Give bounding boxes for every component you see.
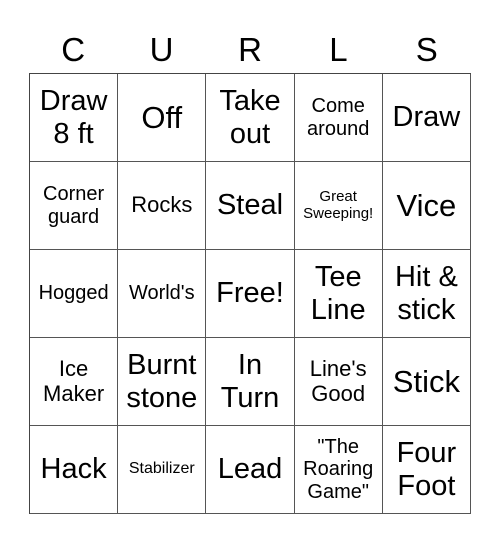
bingo-cell-label: Four Foot [396, 436, 457, 502]
bingo-cell[interactable]: Four Foot [382, 426, 471, 514]
bingo-card-grid: Draw 8 ft Off Take out Come around Draw Corner gu… [29, 73, 471, 514]
bingo-cell-label: Draw 8 ft [39, 84, 108, 150]
bingo-cell-label: Come around [307, 94, 370, 140]
bingo-cell[interactable]: Tee Line [294, 250, 383, 338]
bingo-cell-label: Ice Maker [43, 355, 105, 406]
bingo-cell-label: Hit & stick [394, 260, 458, 326]
bingo-cell[interactable]: Lead [206, 426, 295, 514]
header-letter-l: L [329, 31, 348, 68]
bingo-cell-label: Lead [217, 453, 283, 486]
bingo-cell-label: Steal [216, 189, 284, 222]
bingo-cell-label: Hogged [38, 282, 109, 305]
bingo-cell-label: Tee Line [310, 260, 366, 326]
bingo-cell-label: Corner guard [43, 182, 105, 228]
bingo-cell[interactable]: Draw [382, 74, 471, 162]
bingo-cell[interactable]: In Turn [206, 338, 295, 426]
bingo-cell-label: Burnt stone [126, 348, 198, 414]
bingo-header: C U R L S [29, 30, 471, 70]
bingo-cell-label: Great Sweeping! [303, 187, 374, 222]
bingo-cell-label: Hack [40, 453, 107, 486]
header-letter-c: C [61, 31, 86, 68]
bingo-cell[interactable]: Steal [206, 162, 295, 250]
header-letter-u: U [149, 31, 174, 68]
bingo-cell-label: Stick [392, 363, 460, 399]
bingo-cell[interactable]: Vice [382, 162, 471, 250]
bingo-cell-label: "The Roaring Game" [303, 435, 374, 503]
bingo-cell-label: Vice [396, 187, 457, 223]
bingo-cell[interactable]: Line's Good [294, 338, 383, 426]
bingo-cell-label: Stabilizer [128, 460, 195, 478]
bingo-cell-label: Draw [392, 101, 461, 134]
bingo-cell-label: Take out [219, 84, 281, 150]
bingo-cell-label: Off [141, 99, 183, 135]
header-letter-r: R [238, 31, 262, 68]
bingo-cell[interactable]: Stick [382, 338, 471, 426]
bingo-cell[interactable]: Hogged [30, 250, 119, 338]
bingo-cell-label: In Turn [220, 348, 280, 414]
bingo-cell[interactable]: Great Sweeping! [294, 162, 383, 250]
bingo-cell[interactable]: Ice Maker [30, 338, 119, 426]
bingo-cell[interactable]: Hack [30, 426, 119, 514]
bingo-cell[interactable]: Off [118, 74, 207, 162]
bingo-cell[interactable]: Come around [294, 74, 383, 162]
bingo-cell-label: World's [128, 282, 195, 305]
bingo-cell[interactable]: Stabilizer [118, 426, 207, 514]
bingo-cell[interactable]: Hit & stick [382, 250, 471, 338]
bingo-cell-label: Line's Good [309, 355, 367, 406]
bingo-cell[interactable]: Rocks [118, 162, 207, 250]
bingo-cell[interactable]: Take out [206, 74, 295, 162]
bingo-cell-label: Rocks [131, 192, 193, 218]
bingo-cell[interactable]: Free! [206, 250, 295, 338]
header-letter-s: S [415, 31, 438, 68]
bingo-cell-label: Free! [216, 277, 284, 310]
bingo-cell[interactable]: World's [118, 250, 207, 338]
bingo-cell[interactable]: Corner guard [30, 162, 119, 250]
bingo-cell[interactable]: Burnt stone [118, 338, 207, 426]
bingo-cell[interactable]: "The Roaring Game" [294, 426, 383, 514]
bingo-cell[interactable]: Draw 8 ft [30, 74, 119, 162]
